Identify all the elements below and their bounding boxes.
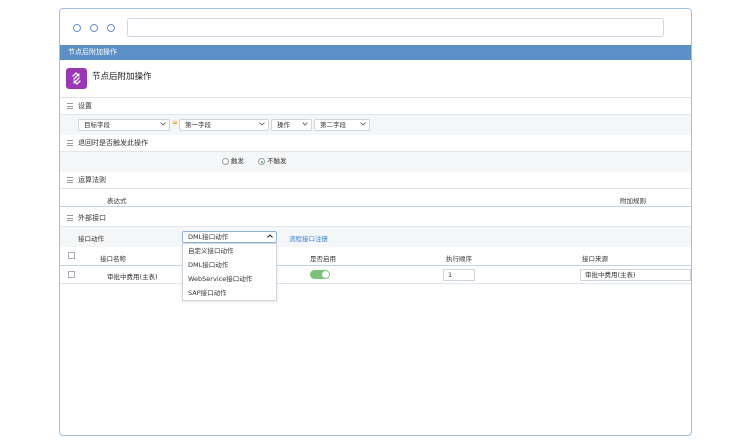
dropdown-option[interactable]: WebService接口动作 [183, 272, 276, 286]
table-row[interactable]: 审批中费用(主表) 1 审批中费用(主表) [60, 266, 691, 284]
radio-icon [222, 158, 229, 165]
order-value: 1 [448, 271, 453, 279]
section-settings: 设置 [60, 98, 691, 115]
external-action-row: 接口动作 DML接口动作 流程接口注册 [60, 227, 691, 247]
second-field-select[interactable]: 第二字段 [314, 119, 370, 131]
target-field-select[interactable]: 目标字段 [78, 119, 170, 131]
source-header: 接口来源 [582, 255, 608, 263]
no-trigger-radio[interactable]: 不触发 [258, 157, 287, 166]
operation-select[interactable]: 操作 [271, 119, 312, 131]
enabled-header: 是否启用 [310, 255, 336, 263]
address-bar[interactable] [127, 18, 664, 37]
menu-icon [67, 140, 73, 146]
radio-label: 不触发 [267, 157, 287, 165]
window-dot-icon[interactable] [107, 24, 115, 32]
window-dot-icon[interactable] [90, 24, 98, 32]
select-value: DML接口动作 [188, 233, 229, 241]
rules-header: 表达式 附加规则 [60, 190, 691, 207]
section-rollback: 退回时是否触发此操作 [60, 135, 691, 152]
equals-mark: = [172, 119, 178, 127]
expression-header: 表达式 [107, 197, 127, 205]
interface-name: 审批中费用(主表) [107, 273, 158, 281]
window-dot-icon[interactable] [73, 24, 81, 32]
select-value: 目标字段 [84, 121, 110, 129]
enabled-toggle[interactable] [310, 270, 330, 279]
chevron-down-icon [360, 122, 366, 126]
action-dropdown-menu: 自定义接口动作 DML接口动作 WebService接口动作 SAP接口动作 [182, 243, 277, 301]
section-title: 退回时是否触发此操作 [78, 139, 148, 147]
interface-table-header: 接口名称 是否启用 执行顺序 接口来源 [60, 247, 691, 266]
dropdown-option[interactable]: DML接口动作 [183, 258, 276, 272]
section-title: 设置 [78, 102, 92, 110]
source-value: 审批中费用(主表) [585, 271, 636, 279]
chevron-down-icon [302, 122, 308, 126]
section-title: 运算法则 [78, 176, 106, 184]
link-node-icon [66, 68, 87, 89]
app-window: 节点后附加操作 节点后附加操作 设置 目标字段 = 第一字段 操作 第二字段 退… [59, 8, 692, 436]
menu-icon [67, 103, 73, 109]
select-value: 第二字段 [320, 121, 346, 129]
source-input[interactable]: 审批中费用(主表) [580, 269, 691, 281]
radio-label: 触发 [231, 157, 244, 165]
node-title: 节点后附加操作 [92, 72, 152, 82]
section-external: 外部接口 [60, 210, 691, 227]
order-input[interactable]: 1 [443, 269, 475, 281]
order-header: 执行顺序 [446, 255, 472, 263]
chevron-down-icon [160, 122, 166, 126]
section-rules: 运算法则 [60, 172, 691, 189]
trigger-radio[interactable]: 触发 [222, 157, 244, 166]
chevron-up-icon [267, 234, 273, 238]
radio-selected-icon [258, 158, 265, 165]
action-select[interactable]: DML接口动作 [182, 231, 277, 243]
select-value: 第一字段 [185, 121, 211, 129]
name-header: 接口名称 [100, 255, 126, 263]
select-value: 操作 [277, 121, 290, 129]
menu-icon [67, 215, 73, 221]
action-label: 接口动作 [78, 235, 104, 243]
first-field-select[interactable]: 第一字段 [179, 119, 269, 131]
dropdown-option[interactable]: 自定义接口动作 [183, 244, 276, 258]
dialog-titlebar: 节点后附加操作 [60, 45, 691, 60]
rollback-row: 触发 不触发 [60, 152, 691, 172]
node-header: 节点后附加操作 [60, 60, 691, 98]
attached-rule-header: 附加规则 [620, 197, 646, 205]
select-all-checkbox[interactable] [68, 252, 75, 259]
settings-row: 目标字段 = 第一字段 操作 第二字段 [60, 115, 691, 135]
browser-chrome [60, 9, 691, 45]
chevron-down-icon [259, 122, 265, 126]
section-title: 外部接口 [78, 214, 106, 222]
row-checkbox[interactable] [68, 271, 75, 278]
menu-icon [67, 177, 73, 183]
dropdown-option[interactable]: SAP接口动作 [183, 286, 276, 300]
flow-register-link[interactable]: 流程接口注册 [289, 233, 328, 243]
